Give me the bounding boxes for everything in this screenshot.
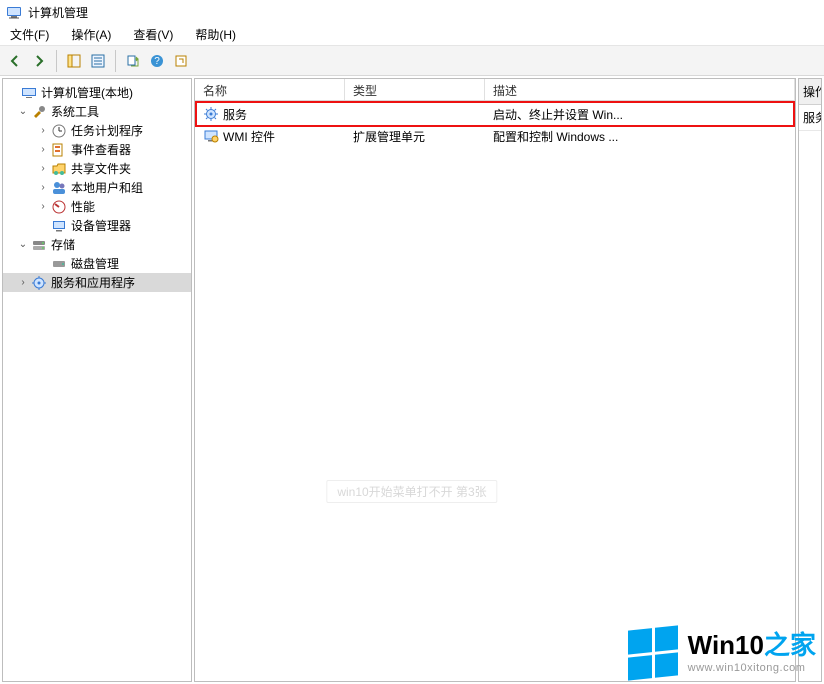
tree-task-scheduler[interactable]: › 任务计划程序 bbox=[3, 121, 191, 140]
tree-label: 性能 bbox=[71, 198, 95, 215]
tools-icon bbox=[31, 104, 47, 120]
tree-performance[interactable]: › 性能 bbox=[3, 197, 191, 216]
tree-pane[interactable]: 计算机管理(本地) ⌄ 系统工具 › 任务计划程序 › bbox=[2, 78, 192, 682]
tree-shared-folders[interactable]: › 共享文件夹 bbox=[3, 159, 191, 178]
tree-label: 计算机管理(本地) bbox=[41, 84, 133, 101]
help-button[interactable]: ? bbox=[146, 50, 168, 72]
twisty-icon[interactable] bbox=[37, 220, 49, 232]
window-title: 计算机管理 bbox=[28, 4, 88, 21]
chevron-right-icon[interactable]: › bbox=[37, 163, 49, 175]
chevron-right-icon[interactable]: › bbox=[17, 277, 29, 289]
chevron-right-icon[interactable]: › bbox=[37, 144, 49, 156]
event-icon bbox=[51, 142, 67, 158]
tree-storage[interactable]: ⌄ 存储 bbox=[3, 235, 191, 254]
storage-icon bbox=[31, 237, 47, 253]
forward-button[interactable] bbox=[28, 50, 50, 72]
back-button[interactable] bbox=[4, 50, 26, 72]
cell-name: WMI 控件 bbox=[223, 128, 275, 145]
tree-local-users[interactable]: › 本地用户和组 bbox=[3, 178, 191, 197]
cell-name: 服务 bbox=[223, 106, 247, 123]
action-pane-header: 操作 bbox=[799, 79, 821, 105]
menu-action[interactable]: 操作(A) bbox=[67, 24, 115, 45]
tree-event-viewer[interactable]: › 事件查看器 bbox=[3, 140, 191, 159]
list-pane: 名称 类型 描述 服务 启动、终止并设置 Win... bbox=[194, 78, 796, 682]
titlebar: 计算机管理 bbox=[0, 0, 824, 24]
menubar: 文件(F) 操作(A) 查看(V) 帮助(H) bbox=[0, 24, 824, 46]
computer-icon bbox=[21, 85, 37, 101]
properties-button[interactable] bbox=[87, 50, 109, 72]
computer-management-window: 计算机管理 文件(F) 操作(A) 查看(V) 帮助(H) ? bbox=[0, 0, 824, 684]
app-icon bbox=[6, 4, 22, 20]
menu-help[interactable]: 帮助(H) bbox=[191, 24, 240, 45]
tree-label: 系统工具 bbox=[51, 103, 99, 120]
device-icon bbox=[51, 218, 67, 234]
disk-icon bbox=[51, 256, 67, 272]
users-icon bbox=[51, 180, 67, 196]
menu-view[interactable]: 查看(V) bbox=[129, 24, 177, 45]
tree-services-apps[interactable]: › 服务和应用程序 bbox=[3, 273, 191, 292]
action-pane: 操作 服务 bbox=[798, 78, 822, 682]
chevron-right-icon[interactable]: › bbox=[37, 182, 49, 194]
toolbar-separator bbox=[56, 50, 57, 72]
svg-text:?: ? bbox=[154, 56, 160, 67]
services-icon bbox=[31, 275, 47, 291]
clock-icon bbox=[51, 123, 67, 139]
refresh-button[interactable] bbox=[170, 50, 192, 72]
shared-folder-icon bbox=[51, 161, 67, 177]
list-header: 名称 类型 描述 bbox=[195, 79, 795, 101]
wmi-icon bbox=[203, 128, 219, 144]
tree-root[interactable]: 计算机管理(本地) bbox=[3, 83, 191, 102]
toolbar-separator bbox=[115, 50, 116, 72]
tree-device-manager[interactable]: 设备管理器 bbox=[3, 216, 191, 235]
twisty-icon[interactable] bbox=[7, 87, 19, 99]
action-pane-item[interactable]: 服务 bbox=[799, 105, 821, 131]
tree-label: 共享文件夹 bbox=[71, 160, 131, 177]
show-hide-tree-button[interactable] bbox=[63, 50, 85, 72]
twisty-icon[interactable] bbox=[37, 258, 49, 270]
column-header-desc[interactable]: 描述 bbox=[485, 79, 795, 100]
tree-label: 服务和应用程序 bbox=[51, 274, 135, 291]
menu-file[interactable]: 文件(F) bbox=[6, 24, 53, 45]
tree-system-tools[interactable]: ⌄ 系统工具 bbox=[3, 102, 191, 121]
cell-desc: 配置和控制 Windows ... bbox=[485, 128, 795, 145]
tree-label: 存储 bbox=[51, 236, 75, 253]
column-header-type[interactable]: 类型 bbox=[345, 79, 485, 100]
gear-icon bbox=[203, 106, 219, 122]
cell-desc: 启动、终止并设置 Win... bbox=[485, 106, 795, 123]
toolbar: ? bbox=[0, 46, 824, 76]
list-row-wmi[interactable]: WMI 控件 扩展管理单元 配置和控制 Windows ... bbox=[195, 125, 795, 147]
chevron-right-icon[interactable]: › bbox=[37, 125, 49, 137]
content-area: 计算机管理(本地) ⌄ 系统工具 › 任务计划程序 › bbox=[0, 76, 824, 684]
chevron-down-icon[interactable]: ⌄ bbox=[17, 106, 29, 118]
chevron-down-icon[interactable]: ⌄ bbox=[17, 239, 29, 251]
tree-label: 任务计划程序 bbox=[71, 122, 143, 139]
list-row-services[interactable]: 服务 启动、终止并设置 Win... bbox=[195, 103, 795, 125]
tree-label: 磁盘管理 bbox=[71, 255, 119, 272]
tree-label: 本地用户和组 bbox=[71, 179, 143, 196]
export-list-button[interactable] bbox=[122, 50, 144, 72]
tree-label: 设备管理器 bbox=[71, 217, 131, 234]
cell-type: 扩展管理单元 bbox=[345, 128, 485, 145]
tree-label: 事件查看器 bbox=[71, 141, 131, 158]
performance-icon bbox=[51, 199, 67, 215]
column-header-name[interactable]: 名称 bbox=[195, 79, 345, 100]
chevron-right-icon[interactable]: › bbox=[37, 201, 49, 213]
tree-disk-management[interactable]: 磁盘管理 bbox=[3, 254, 191, 273]
